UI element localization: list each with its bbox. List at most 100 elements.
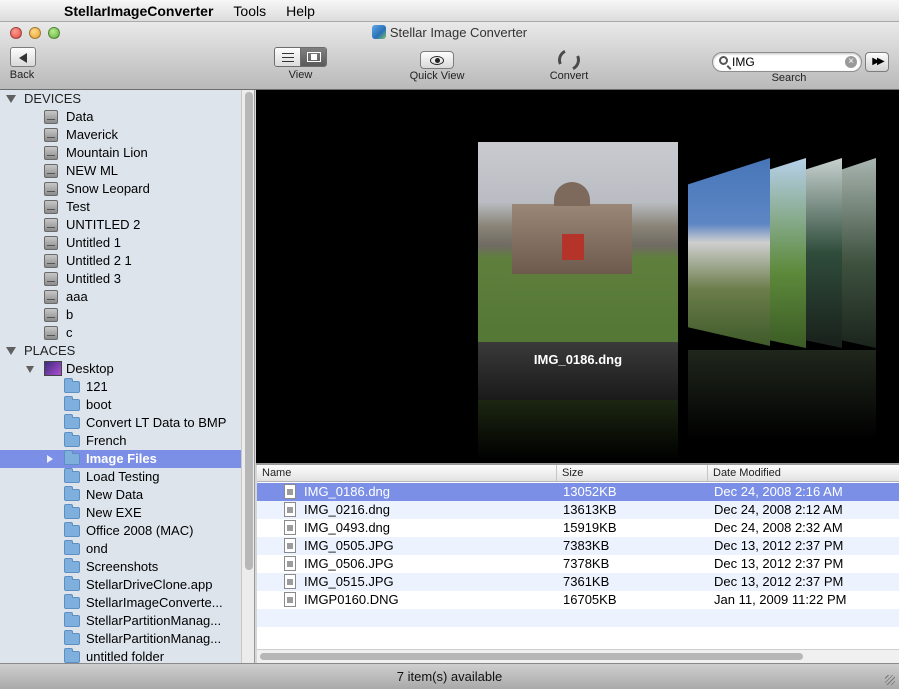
cover-image-side[interactable] xyxy=(770,158,806,348)
folder-icon xyxy=(64,540,80,555)
sidebar-item-folder[interactable]: boot xyxy=(0,396,241,414)
sidebar-item-device[interactable]: Untitled 2 1 xyxy=(0,252,241,270)
places-disclosure-icon[interactable] xyxy=(6,347,16,355)
column-header-size[interactable]: Size xyxy=(557,465,708,481)
sidebar-item-desktop[interactable]: Desktop xyxy=(0,360,241,378)
coverflow-view-button[interactable] xyxy=(301,48,326,66)
sidebar-item-label: StellarPartitionManag... xyxy=(86,613,222,628)
back-label: Back xyxy=(9,69,35,81)
sidebar-item-device[interactable]: c xyxy=(0,324,241,342)
sidebar-item-folder[interactable]: StellarImageConverte... xyxy=(0,594,241,612)
sidebar-item-label: c xyxy=(66,325,73,340)
sidebar-item-folder[interactable]: 121 xyxy=(0,378,241,396)
cover-image-side[interactable] xyxy=(842,158,876,348)
table-row[interactable]: IMG_0493.dng 15919KB Dec 24, 2008 2:32 AM xyxy=(257,519,899,537)
table-row[interactable]: IMGP0160.DNG 16705KB Jan 11, 2009 11:22 PM xyxy=(257,591,899,609)
sidebar-item-device[interactable]: aaa xyxy=(0,288,241,306)
file-icon xyxy=(284,574,296,589)
hard-disk-icon xyxy=(44,308,58,322)
folder-icon xyxy=(64,558,80,573)
file-name-cell: IMG_0216.dng xyxy=(257,501,557,519)
folder-disclosure-icon[interactable] xyxy=(47,455,53,463)
sidebar-item-label: ond xyxy=(86,541,108,556)
folder-icon xyxy=(64,396,80,411)
sidebar-item-device[interactable]: Mountain Lion xyxy=(0,144,241,162)
sidebar-item-label: Office 2008 (MAC) xyxy=(86,523,194,538)
resize-grip-icon[interactable] xyxy=(885,675,895,685)
sidebar-item-label: Data xyxy=(66,109,94,124)
side-cover-reflection xyxy=(688,350,876,440)
sidebar-item-folder[interactable]: StellarPartitionManag... xyxy=(0,630,241,648)
table-scroll-thumb[interactable] xyxy=(260,653,803,660)
file-size-cell: 7383KB xyxy=(563,538,610,553)
devices-header: DEVICES xyxy=(24,91,82,106)
column-header-name[interactable]: Name xyxy=(257,465,557,481)
status-bar: 7 item(s) available xyxy=(0,663,899,689)
sidebar-item-folder[interactable]: New EXE xyxy=(0,504,241,522)
table-row[interactable]: IMG_0505.JPG 7383KB Dec 13, 2012 2:37 PM xyxy=(257,537,899,555)
sidebar-item-folder[interactable]: untitled folder xyxy=(0,648,241,663)
sidebar-item-device[interactable]: Data xyxy=(0,108,241,126)
eye-icon xyxy=(430,55,444,65)
sidebar-item-folder[interactable]: StellarPartitionManag... xyxy=(0,612,241,630)
sidebar-scrollbar[interactable] xyxy=(241,90,254,663)
file-name: IMG_0186.dng xyxy=(304,484,391,499)
sidebar-item-device[interactable]: Test xyxy=(0,198,241,216)
cover-image-side[interactable] xyxy=(806,158,842,348)
sidebar-item-device[interactable]: Untitled 1 xyxy=(0,234,241,252)
window-toolbar: Stellar Image Converter Back View Quick … xyxy=(0,22,899,90)
sidebar-item-folder[interactable]: Image Files xyxy=(0,450,241,468)
menu-help[interactable]: Help xyxy=(276,3,325,19)
coverflow-preview[interactable]: IMG_0186.dng xyxy=(256,90,899,463)
view-label: View xyxy=(288,69,313,81)
clear-search-icon[interactable]: × xyxy=(845,56,857,68)
sidebar-item-device[interactable]: b xyxy=(0,306,241,324)
devices-disclosure-icon[interactable] xyxy=(6,95,16,103)
file-size-cell: 13613KB xyxy=(563,502,617,517)
sidebar-item-folder[interactable]: Convert LT Data to BMP xyxy=(0,414,241,432)
sidebar-item-device[interactable]: NEW ML xyxy=(0,162,241,180)
window-title: Stellar Image Converter xyxy=(0,25,899,40)
list-view-button[interactable] xyxy=(275,48,301,66)
sidebar-item-folder[interactable]: French xyxy=(0,432,241,450)
folder-icon xyxy=(64,378,80,393)
table-row[interactable]: IMG_0216.dng 13613KB Dec 24, 2008 2:12 AM xyxy=(257,501,899,519)
cover-image-main[interactable] xyxy=(478,142,678,342)
desktop-disclosure-icon[interactable] xyxy=(26,366,34,373)
sidebar-item-folder[interactable]: Screenshots xyxy=(0,558,241,576)
sidebar-item-device[interactable]: Maverick xyxy=(0,126,241,144)
quick-view-button[interactable] xyxy=(420,51,454,69)
sidebar-item-folder[interactable]: ond xyxy=(0,540,241,558)
sidebar-item-label: untitled folder xyxy=(86,649,165,663)
sidebar-item-device[interactable]: Snow Leopard xyxy=(0,180,241,198)
sidebar-item-label: Snow Leopard xyxy=(66,181,150,196)
quick-view-label: Quick View xyxy=(409,70,465,82)
sidebar-item-folder[interactable]: New Data xyxy=(0,486,241,504)
search-input[interactable] xyxy=(732,54,842,70)
file-name: IMG_0493.dng xyxy=(304,520,391,535)
menu-tools[interactable]: Tools xyxy=(223,3,276,19)
desktop-icon xyxy=(44,361,62,376)
hard-disk-icon xyxy=(44,218,58,232)
table-horizontal-scrollbar[interactable] xyxy=(257,649,899,663)
search-go-button[interactable]: ▶▶ xyxy=(865,52,889,72)
sidebar-item-folder[interactable]: Office 2008 (MAC) xyxy=(0,522,241,540)
sidebar-item-label: Load Testing xyxy=(86,469,160,484)
menu-app-name[interactable]: StellarImageConverter xyxy=(54,3,223,19)
cover-image-side[interactable] xyxy=(688,158,770,346)
sidebar-scroll-thumb[interactable] xyxy=(245,92,253,570)
file-date-cell: Dec 24, 2008 2:16 AM xyxy=(714,484,843,499)
sidebar-item-device[interactable]: UNTITLED 2 xyxy=(0,216,241,234)
sidebar-item-label: b xyxy=(66,307,74,322)
sidebar-item-folder[interactable]: Load Testing xyxy=(0,468,241,486)
column-header-date[interactable]: Date Modified xyxy=(708,465,899,481)
table-row[interactable]: IMG_0186.dng 13052KB Dec 24, 2008 2:16 AM xyxy=(257,483,899,501)
file-name-cell: IMG_0505.JPG xyxy=(257,537,557,555)
sidebar-item-device[interactable]: Untitled 3 xyxy=(0,270,241,288)
back-button[interactable] xyxy=(10,47,36,67)
hard-disk-icon xyxy=(44,128,58,142)
sidebar-item-folder[interactable]: StellarDriveClone.app xyxy=(0,576,241,594)
sidebar-item-label: Screenshots xyxy=(86,559,159,574)
table-row[interactable]: IMG_0515.JPG 7361KB Dec 13, 2012 2:37 PM xyxy=(257,573,899,591)
table-row[interactable]: IMG_0506.JPG 7378KB Dec 13, 2012 2:37 PM xyxy=(257,555,899,573)
